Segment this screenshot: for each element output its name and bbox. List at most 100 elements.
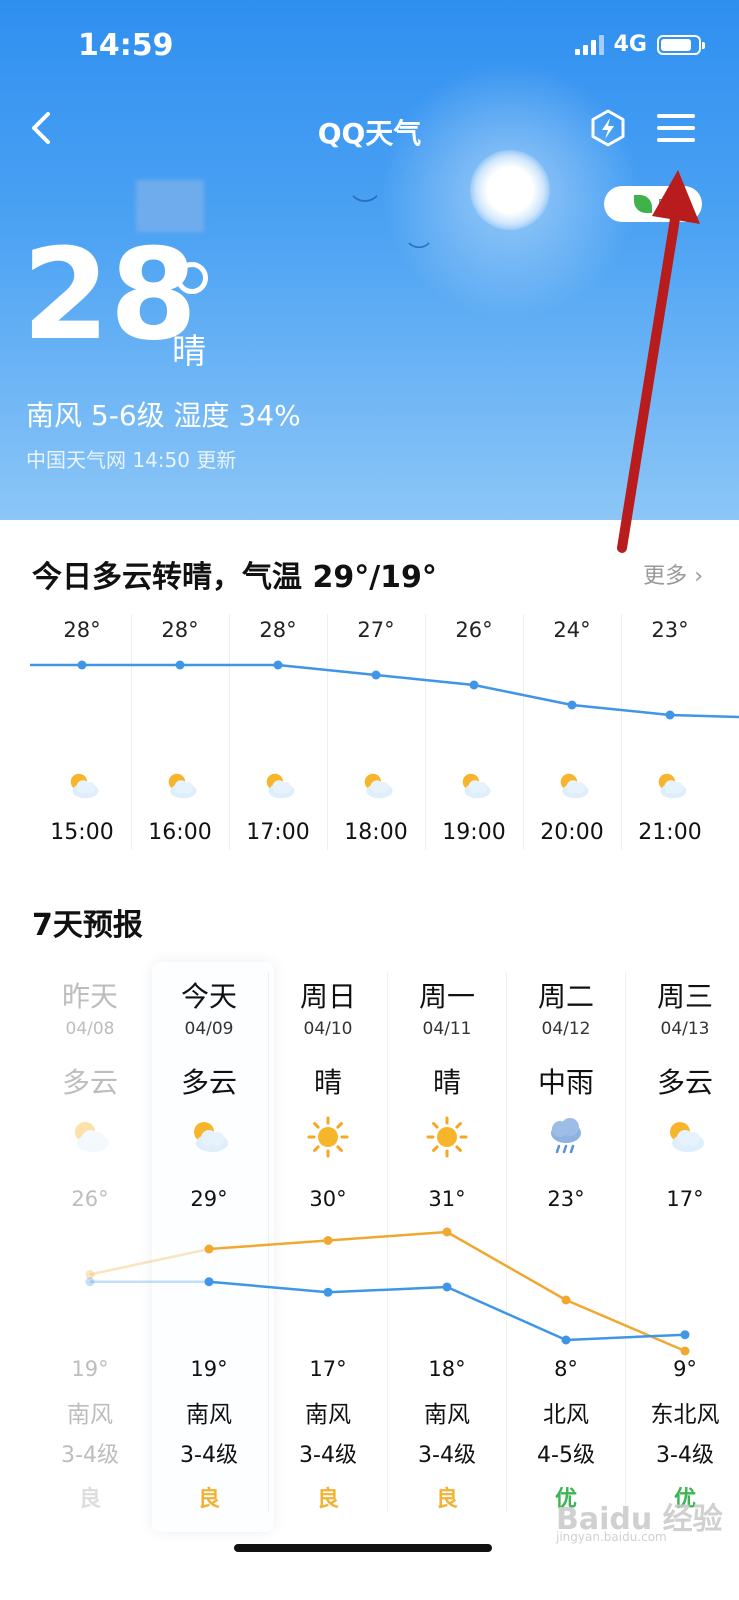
high-temp-segment: [208, 1239, 329, 1251]
day-wind-dir: 南风: [67, 1402, 113, 1428]
day-wind-level: 3-4级: [656, 1443, 714, 1468]
baidu-watermark-url: jingyan.baidu.com: [556, 1530, 667, 1544]
day-item[interactable]: 昨天 04/08 多云 26° 19° 南风 3-4级良: [30, 975, 150, 1512]
low-temp-segment: [565, 1333, 686, 1342]
day-wind-dir: 南风: [424, 1402, 470, 1428]
low-temp-point: [680, 1330, 690, 1340]
day-date: 04/09: [184, 1019, 234, 1039]
high-temp-point: [442, 1227, 452, 1237]
day-condition: 晴: [432, 1066, 461, 1099]
daily-temp-lines: [85, 1227, 690, 1356]
low-temp-point: [561, 1335, 571, 1345]
day-item[interactable]: 周日 04/10 晴 30° 17° 南风 3-4级良: [268, 975, 388, 1512]
day-wind-dir: 东北风: [650, 1402, 720, 1428]
more-label: 更多: [643, 564, 688, 589]
low-temp-point: [323, 1287, 333, 1297]
partly-cloudy-icon: [555, 768, 591, 804]
low-temp-point: [204, 1277, 214, 1287]
hour-time: 20:00: [540, 820, 604, 845]
day-wind-dir: 南风: [305, 1402, 351, 1428]
battery-icon: [657, 34, 705, 55]
low-temp-segment: [327, 1285, 448, 1294]
hour-time: 21:00: [638, 820, 702, 845]
hour-point: [469, 680, 479, 690]
sun-icon: [425, 1115, 469, 1159]
partly-cloudy-icon: [653, 768, 689, 804]
day-name: 今天: [180, 980, 237, 1013]
day-condition: 晴: [313, 1066, 342, 1099]
sun-icon: [306, 1115, 350, 1159]
day-name: 周一: [418, 980, 475, 1013]
hour-time: 16:00: [148, 820, 212, 845]
day-date: 04/10: [303, 1019, 353, 1039]
high-temp-segment: [327, 1230, 448, 1242]
day-wind-level: 3-4级: [299, 1443, 357, 1468]
high-temp-point: [204, 1244, 214, 1254]
day-item[interactable]: 周三 04/13 多云 17° 9° 东北风 3-4级优: [625, 975, 739, 1512]
low-temp-point: [442, 1282, 452, 1292]
day-wind-level: 3-4级: [180, 1443, 238, 1468]
day-aqi: 良: [316, 1487, 339, 1512]
sun-illustration: [470, 150, 550, 230]
high-temp-point: [561, 1295, 571, 1305]
day-aqi: 良: [435, 1487, 458, 1512]
low-temp-segment: [446, 1285, 567, 1342]
high-temp-point: [680, 1346, 690, 1356]
hour-point: [567, 700, 577, 710]
annotation-arrow: [617, 170, 700, 553]
today-summary-title: 今日多云转晴，气温 29°/19°: [32, 560, 437, 595]
day-item[interactable]: 周二 04/12 中雨 23° 8° 北风 4-5级优: [506, 975, 626, 1512]
day-name: 周二: [537, 980, 594, 1013]
menu-icon[interactable]: [656, 110, 696, 146]
day-item[interactable]: 今天 04/09 多云 29° 19° 南风 3-4级良: [149, 975, 269, 1512]
day-name: 昨天: [61, 980, 118, 1013]
bird-icon: ︶: [408, 242, 431, 267]
day-wind-level: 3-4级: [61, 1443, 119, 1468]
day-item[interactable]: 周一 04/11 晴 31° 18° 南风 3-4级良: [387, 975, 507, 1512]
app-title: QQ天气: [317, 117, 422, 150]
hour-series-line: [30, 663, 739, 719]
hour-time: 18:00: [344, 820, 408, 845]
partly-cloudy-icon: [359, 768, 395, 804]
status-time: 14:59: [78, 28, 174, 63]
hour-point: [77, 660, 87, 670]
day-condition: 中雨: [537, 1066, 594, 1099]
partly-cloudy-icon: [261, 768, 297, 804]
low-temp-segment: [208, 1280, 329, 1294]
high-temp-segment: [446, 1230, 567, 1302]
low-temp-point: [85, 1277, 95, 1287]
day-date: 04/11: [422, 1019, 472, 1039]
hour-time: 17:00: [246, 820, 310, 845]
seven-day-title: 7天预报: [32, 908, 143, 943]
day-condition: 多云: [656, 1066, 713, 1099]
partly-cloudy-icon: [187, 1115, 231, 1159]
degree-symbol: [176, 262, 208, 294]
day-name: 周三: [656, 980, 713, 1013]
hour-point: [273, 660, 283, 670]
network-label: 4G: [613, 32, 647, 57]
chevron-right-icon: ›: [694, 564, 703, 589]
signal-icon: [574, 34, 604, 55]
more-link[interactable]: 更多 ›: [643, 558, 703, 590]
partly-cloudy-icon: [68, 1115, 112, 1159]
home-indicator[interactable]: [234, 1544, 492, 1552]
hour-time: 19:00: [442, 820, 506, 845]
lightning-hexagon-icon[interactable]: [588, 108, 628, 148]
day-aqi: 良: [197, 1487, 220, 1512]
high-temp-segment: [565, 1298, 686, 1353]
partly-cloudy-icon: [163, 768, 199, 804]
hour-point: [175, 660, 185, 670]
partly-cloudy-icon: [65, 768, 101, 804]
high-temp-point: [323, 1236, 333, 1245]
status-icons: 4G: [574, 32, 705, 57]
partly-cloudy-icon: [457, 768, 493, 804]
day-wind-level: 4-5级: [537, 1443, 595, 1468]
hour-time: 15:00: [50, 820, 114, 845]
day-condition: 多云: [61, 1066, 118, 1099]
hourly-temp-line: [30, 660, 739, 720]
day-date: 04/13: [660, 1019, 710, 1039]
bird-icon: ︶: [352, 194, 379, 224]
current-condition: 晴: [172, 332, 206, 372]
day-aqi: 良: [78, 1487, 101, 1512]
update-source: 中国天气网 14:50 更新: [26, 448, 237, 472]
